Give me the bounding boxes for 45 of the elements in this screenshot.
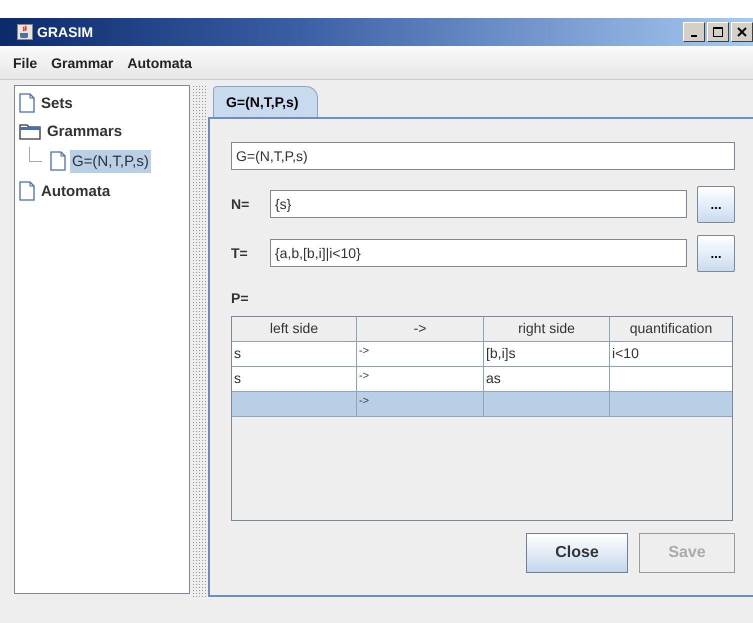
set-field[interactable]: {s} bbox=[270, 190, 687, 218]
table-cell: [b,i]s bbox=[484, 342, 610, 367]
productions-label: P= bbox=[231, 290, 250, 306]
close-icon bbox=[737, 27, 747, 37]
table-cell: -> bbox=[357, 367, 484, 392]
table-cell: s bbox=[232, 367, 357, 392]
column-header[interactable]: right side bbox=[484, 317, 610, 342]
minimize-icon bbox=[691, 35, 697, 37]
document-icon bbox=[19, 181, 35, 201]
folder-icon bbox=[19, 122, 41, 140]
tree-item[interactable]: Automata bbox=[39, 180, 112, 202]
tree-item[interactable]: G=(N,T,P,s) bbox=[70, 150, 151, 172]
browse-button[interactable]: ... bbox=[697, 234, 735, 272]
table-cell: -> bbox=[357, 342, 484, 367]
tree-line bbox=[29, 146, 42, 162]
menu-item[interactable]: File bbox=[13, 54, 38, 70]
table-cell: s bbox=[232, 342, 357, 367]
column-header[interactable]: -> bbox=[357, 317, 484, 342]
document-icon bbox=[50, 151, 66, 171]
maximize-button[interactable] bbox=[707, 22, 729, 42]
close-button[interactable] bbox=[731, 22, 753, 42]
tree-item[interactable]: Grammars bbox=[45, 120, 124, 142]
dialog-button[interactable]: Close bbox=[526, 533, 628, 573]
tab[interactable]: G=(N,T,P,s) bbox=[213, 86, 318, 117]
table-cell: -> bbox=[357, 392, 484, 417]
table-row[interactable]: -> bbox=[232, 392, 732, 417]
set-field[interactable]: {a,b,[b,i]|i<10} bbox=[270, 239, 687, 267]
table-cell: i<10 bbox=[610, 342, 732, 367]
field-label: T= bbox=[231, 245, 249, 261]
splitter-handle[interactable] bbox=[192, 85, 206, 597]
minimize-button[interactable] bbox=[683, 22, 705, 42]
table-row[interactable]: s -> as bbox=[232, 367, 732, 392]
table-cell: as bbox=[484, 367, 610, 392]
table-row[interactable]: s -> [b,i]s i<10 bbox=[232, 342, 732, 367]
menu-item[interactable]: Grammar bbox=[51, 54, 114, 70]
document-icon bbox=[19, 93, 35, 113]
browse-button[interactable]: ... bbox=[697, 186, 735, 222]
column-header[interactable]: left side bbox=[232, 317, 357, 342]
tree-item[interactable]: Sets bbox=[39, 92, 75, 114]
name-field[interactable]: G=(N,T,P,s) bbox=[231, 142, 735, 170]
maximize-icon bbox=[713, 27, 723, 37]
window-title: GRASIM bbox=[37, 24, 93, 40]
field-label: N= bbox=[231, 196, 250, 212]
menu-item[interactable]: Automata bbox=[127, 54, 192, 70]
coffee-cup-icon bbox=[17, 24, 33, 40]
